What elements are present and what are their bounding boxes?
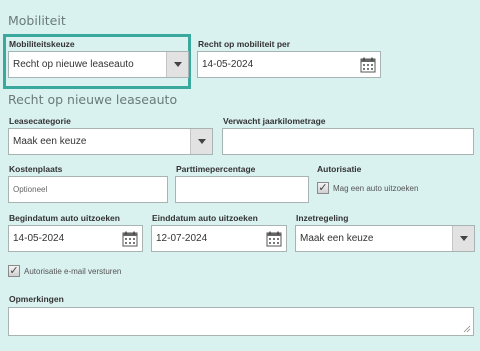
chevron-down-icon [197, 139, 206, 144]
autorisatie-checkbox-row[interactable]: ✓ Mag een auto uitzoeken [317, 182, 418, 194]
autorisatie-label: Autorisatie [317, 164, 362, 174]
calendar-icon[interactable] [360, 57, 376, 73]
email-autorisatie-checkbox[interactable]: ✓ [8, 265, 20, 277]
checkmark-icon: ✓ [318, 181, 328, 194]
autorisatie-checkbox-label: Mag een auto uitzoeken [333, 183, 419, 193]
jaarkilometrage-label: Verwacht jaarkilometrage [223, 116, 326, 126]
kostenplaats-label: Kostenplaats [9, 164, 63, 174]
resize-grip-icon[interactable] [463, 325, 471, 333]
calendar-icon[interactable] [266, 231, 282, 247]
leasecategorie-select[interactable]: Maak een keuze [8, 128, 213, 155]
email-autorisatie-checkbox-label: Autorisatie e-mail versturen [24, 266, 122, 276]
recht-op-mobiliteit-per-label: Recht op mobiliteit per [198, 39, 291, 49]
leasecategorie-label: Leasecategorie [9, 116, 71, 126]
kostenplaats-input[interactable]: Optioneel [8, 176, 168, 203]
autorisatie-checkbox[interactable]: ✓ [317, 182, 329, 194]
mobiliteitskeuze-dropdown-button[interactable] [166, 52, 188, 77]
opmerkingen-textarea[interactable] [8, 307, 474, 336]
recht-op-mobiliteit-per-value: 14-05-2024 [202, 59, 254, 70]
mobiliteitskeuze-value: Recht op nieuwe leaseauto [13, 59, 134, 70]
einddatum-value: 12-07-2024 [156, 233, 208, 244]
leasecategorie-value: Maak een keuze [13, 136, 87, 147]
inzetregeling-dropdown-button[interactable] [452, 226, 474, 251]
email-autorisatie-checkbox-row[interactable]: ✓ Autorisatie e-mail versturen [8, 265, 121, 277]
inzetregeling-value: Maak een keuze [300, 233, 374, 244]
inzetregeling-label: Inzetregeling [296, 213, 349, 223]
recht-op-mobiliteit-per-date-input[interactable]: 14-05-2024 [197, 51, 381, 78]
opmerkingen-label: Opmerkingen [9, 294, 64, 304]
einddatum-date-input[interactable]: 12-07-2024 [151, 225, 287, 252]
section-title-leaseauto: Recht op nieuwe leaseauto [8, 92, 178, 107]
leasecategorie-dropdown-button[interactable] [190, 129, 212, 154]
kostenplaats-placeholder: Optioneel [13, 185, 48, 194]
parttimepercentage-label: Parttimepercentage [176, 164, 256, 174]
begindatum-label: Begindatum auto uitzoeken [9, 213, 120, 223]
inzetregeling-select[interactable]: Maak een keuze [295, 225, 475, 252]
begindatum-date-input[interactable]: 14-05-2024 [8, 225, 143, 252]
mobiliteitskeuze-select[interactable]: Recht op nieuwe leaseauto [8, 51, 189, 78]
begindatum-value: 14-05-2024 [13, 233, 65, 244]
calendar-icon[interactable] [122, 231, 138, 247]
section-title-mobiliteit: Mobiliteit [8, 13, 66, 28]
parttimepercentage-input[interactable] [175, 176, 309, 203]
einddatum-label: Einddatum auto uitzoeken [152, 213, 258, 223]
mobiliteitskeuze-label: Mobiliteitskeuze [9, 39, 75, 49]
jaarkilometrage-input[interactable] [222, 128, 474, 155]
chevron-down-icon [459, 236, 468, 241]
checkmark-icon: ✓ [9, 264, 19, 277]
chevron-down-icon [173, 62, 182, 67]
